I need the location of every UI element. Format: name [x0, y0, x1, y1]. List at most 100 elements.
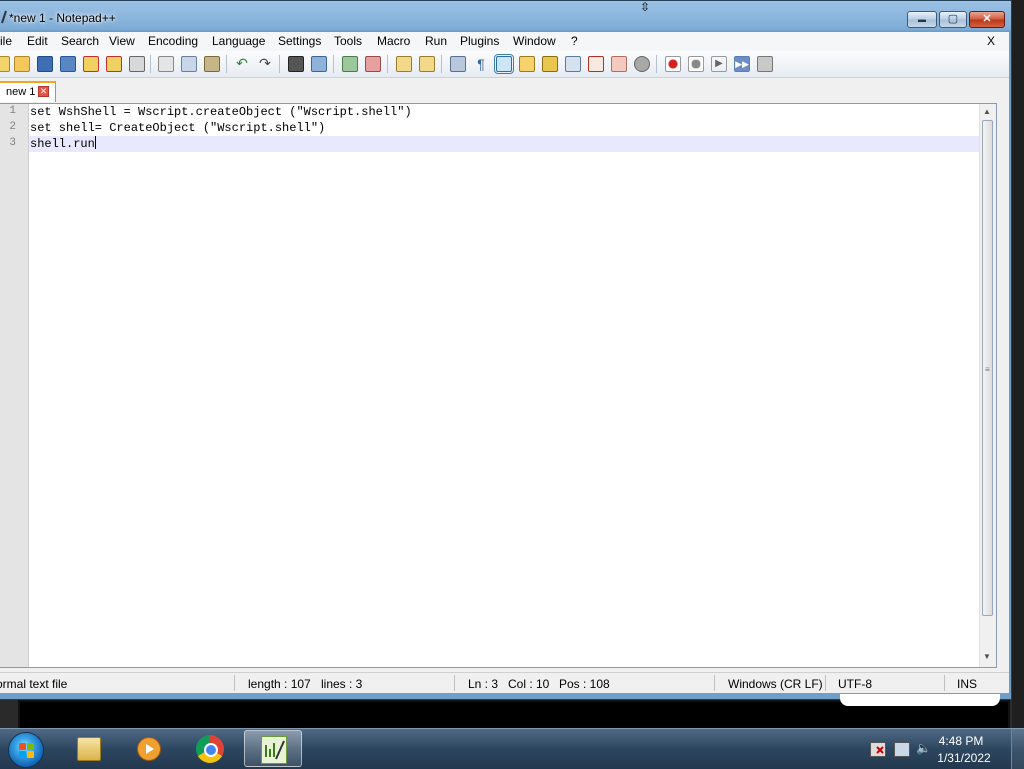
- editor-text-area[interactable]: set WshShell = Wscript.createObject ("Ws…: [29, 104, 980, 667]
- editor: 1 2 3 set WshShell = Wscript.createObjec…: [0, 103, 997, 668]
- status-separator: [714, 675, 715, 691]
- title-bar[interactable]: *new 1 - Notepad++ ▬ ▢ ✕: [0, 1, 1011, 31]
- tab-new-1[interactable]: new 1 ✕: [0, 81, 56, 102]
- close-all-icon[interactable]: [106, 56, 122, 72]
- tab-close-button[interactable]: ✕: [38, 86, 49, 97]
- toolbar-separator: [150, 55, 151, 73]
- user-defined-language-icon[interactable]: [519, 56, 535, 72]
- menu-bar: ile Edit Search View Encoding Language S…: [0, 32, 1009, 51]
- undo-icon[interactable]: ↶: [234, 56, 250, 72]
- toolbar-separator: [279, 55, 280, 73]
- stop-recording-icon[interactable]: [688, 56, 704, 72]
- taskbar-chrome[interactable]: [182, 730, 240, 767]
- start-button[interactable]: [8, 732, 44, 768]
- menu-plugins[interactable]: Plugins: [460, 34, 499, 48]
- clock-time[interactable]: 4:48 PM: [926, 734, 996, 748]
- close-icon: ✕: [982, 13, 992, 25]
- maximize-button[interactable]: ▢: [939, 11, 967, 28]
- windows-logo-icon: [19, 751, 26, 758]
- vertical-scrollbar[interactable]: ▲ ≡ ▼: [979, 104, 996, 667]
- open-file-icon[interactable]: [14, 56, 30, 72]
- windows-logo-icon: [19, 743, 26, 750]
- line-number: 3: [9, 137, 16, 149]
- menu-help[interactable]: ?: [571, 34, 578, 48]
- code-line[interactable]: set WshShell = Wscript.createObject ("Ws…: [29, 104, 980, 120]
- redo-icon[interactable]: ↷: [257, 56, 273, 72]
- playback-macro-icon[interactable]: ▶: [711, 56, 727, 72]
- save-icon[interactable]: [37, 56, 53, 72]
- scrollbar-thumb[interactable]: ≡: [982, 120, 993, 616]
- taskbar-explorer[interactable]: [60, 730, 118, 767]
- menu-macro[interactable]: Macro: [377, 34, 410, 48]
- sync-vertical-icon[interactable]: [396, 56, 412, 72]
- menu-edit[interactable]: Edit: [27, 34, 48, 48]
- status-line-number: Ln : 3: [468, 677, 499, 691]
- close-document-button[interactable]: X: [987, 34, 995, 48]
- line-number-gutter: 1 2 3: [0, 104, 29, 667]
- notepadpp-app-icon: [1, 9, 7, 25]
- save-macro-icon[interactable]: [757, 56, 773, 72]
- show-desktop-button[interactable]: [1011, 729, 1024, 769]
- find-icon[interactable]: [288, 56, 304, 72]
- media-player-icon: [137, 737, 161, 761]
- show-all-characters-icon[interactable]: ¶: [473, 56, 489, 72]
- status-eol-format[interactable]: Windows (CR LF): [728, 677, 823, 691]
- record-macro-icon[interactable]: [665, 56, 681, 72]
- menu-run[interactable]: Run: [425, 34, 447, 48]
- menu-language[interactable]: Language: [212, 34, 265, 48]
- tab-bar: new 1 ✕: [0, 78, 1009, 102]
- background-window-edge: [840, 694, 1000, 706]
- current-code-line[interactable]: shell.run: [29, 136, 980, 152]
- code-line-text: set WshShell = Wscript.createObject ("Ws…: [30, 105, 412, 119]
- mouse-cursor-icon: ⇳: [640, 0, 651, 14]
- indent-guide-icon[interactable]: [494, 54, 514, 74]
- line-number: 2: [9, 121, 16, 133]
- print-icon[interactable]: [129, 56, 145, 72]
- menu-file[interactable]: ile: [0, 34, 12, 48]
- new-file-icon[interactable]: [0, 56, 10, 72]
- save-all-icon[interactable]: [60, 56, 76, 72]
- word-wrap-icon[interactable]: [450, 56, 466, 72]
- status-column: Col : 10: [508, 677, 550, 691]
- code-line[interactable]: set shell= CreateObject ("Wscript.shell"…: [29, 120, 980, 136]
- zoom-out-icon[interactable]: [365, 56, 381, 72]
- notepadpp-window: *new 1 - Notepad++ ▬ ▢ ✕ ile Edit Search…: [0, 0, 1012, 700]
- code-line-text: shell.run: [30, 137, 95, 151]
- menu-encoding[interactable]: Encoding: [148, 34, 198, 48]
- taskbar-media-player[interactable]: [120, 730, 178, 767]
- menu-settings[interactable]: Settings: [278, 34, 321, 48]
- menu-tools[interactable]: Tools: [334, 34, 362, 48]
- taskbar-notepadpp[interactable]: [244, 730, 302, 767]
- toolbar-separator: [226, 55, 227, 73]
- document-map-icon[interactable]: [542, 56, 558, 72]
- menu-window[interactable]: Window: [513, 34, 556, 48]
- run-macro-multiple-icon[interactable]: ▶▶: [734, 56, 750, 72]
- paste-icon[interactable]: [204, 56, 220, 72]
- menu-view[interactable]: View: [109, 34, 135, 48]
- minimize-button[interactable]: ▬: [907, 11, 937, 28]
- action-center-icon[interactable]: [870, 742, 886, 757]
- monitoring-icon[interactable]: [611, 56, 627, 72]
- status-encoding[interactable]: UTF-8: [838, 677, 872, 691]
- replace-icon[interactable]: [311, 56, 327, 72]
- network-icon[interactable]: [894, 742, 910, 757]
- sync-horizontal-icon[interactable]: [419, 56, 435, 72]
- close-icon[interactable]: [83, 56, 99, 72]
- clock-date[interactable]: 1/31/2022: [926, 751, 1002, 765]
- folder-as-workspace-icon[interactable]: [588, 56, 604, 72]
- status-file-type: ormal text file: [0, 677, 68, 691]
- cut-icon[interactable]: [158, 56, 174, 72]
- status-insert-mode[interactable]: INS: [957, 677, 977, 691]
- copy-icon[interactable]: [181, 56, 197, 72]
- scroll-up-icon[interactable]: ▲: [983, 107, 991, 116]
- close-button[interactable]: ✕: [969, 11, 1005, 28]
- toolbar-separator: [333, 55, 334, 73]
- toolbar-separator: [441, 55, 442, 73]
- menu-search[interactable]: Search: [61, 34, 99, 48]
- status-separator: [825, 675, 826, 691]
- function-list-icon[interactable]: [565, 56, 581, 72]
- zoom-in-icon[interactable]: [342, 56, 358, 72]
- monitoring-eye-icon[interactable]: [634, 56, 650, 72]
- status-bar: ormal text file length : 107 lines : 3 L…: [0, 672, 1009, 693]
- scroll-down-icon[interactable]: ▼: [983, 652, 991, 661]
